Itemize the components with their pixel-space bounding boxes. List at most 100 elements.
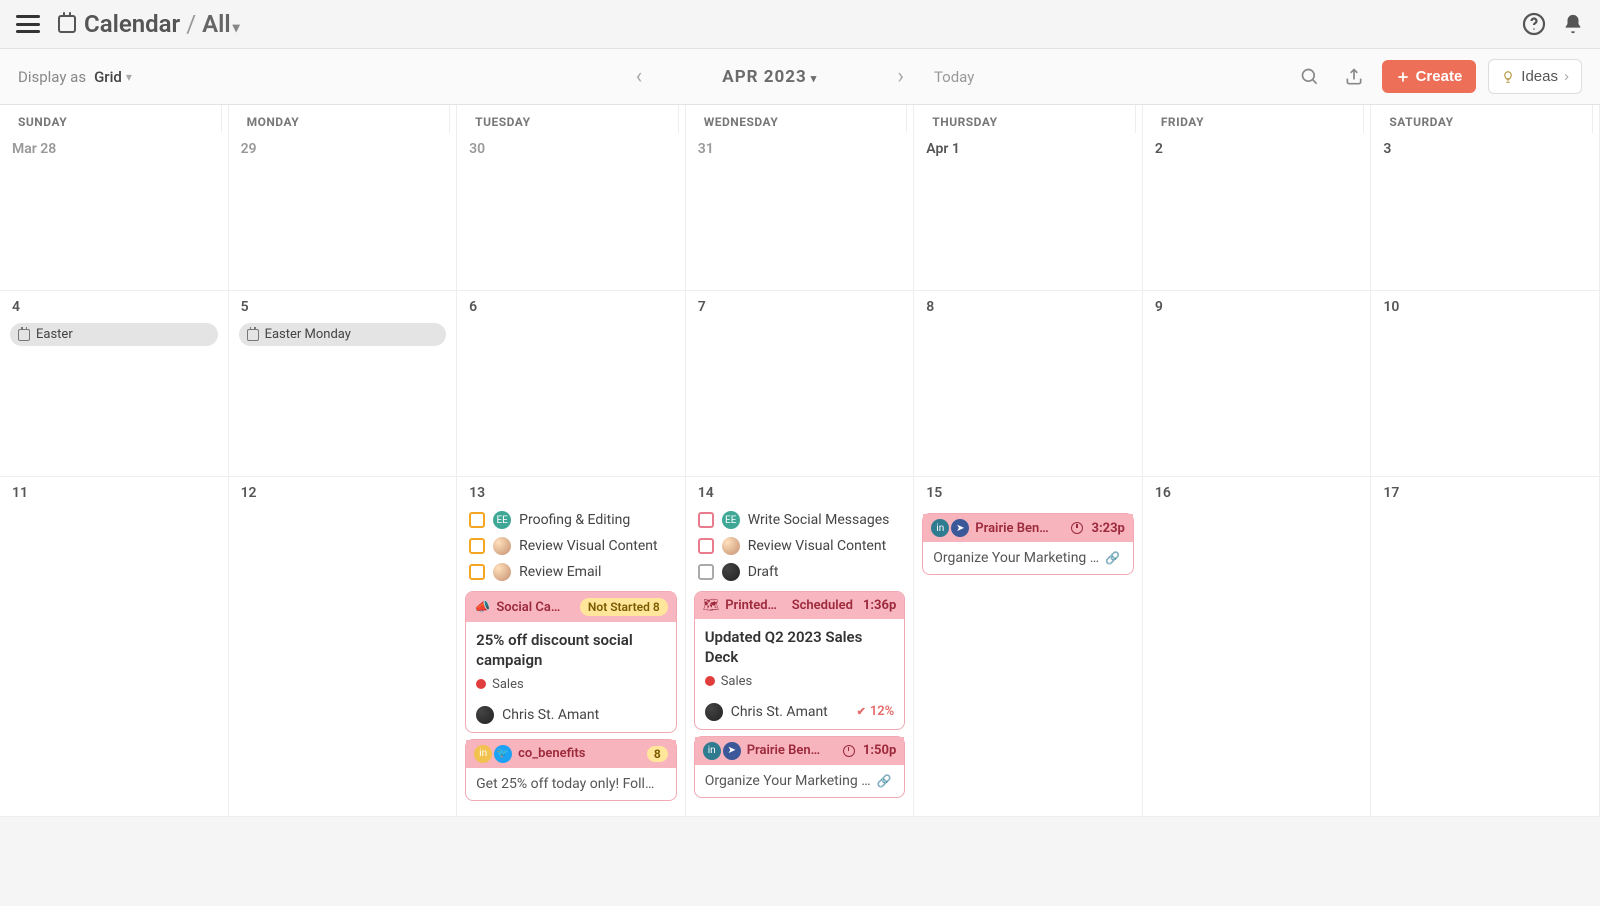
- day-number: 4: [6, 291, 222, 321]
- menu-icon[interactable]: [16, 15, 40, 33]
- next-month-button[interactable]: ›: [887, 60, 914, 93]
- avatar: [476, 706, 494, 724]
- task-item[interactable]: Review Email: [463, 559, 679, 585]
- channel-icons: in 🐦: [474, 745, 512, 763]
- month-label[interactable]: APR 2023▾: [722, 67, 817, 87]
- day-header: TUESDAY: [463, 105, 679, 133]
- day-cell[interactable]: THURSDAY Apr 1: [914, 105, 1143, 291]
- ideas-button[interactable]: Ideas ›: [1488, 59, 1582, 94]
- avatar: EE: [722, 511, 740, 529]
- card-title: Updated Q2 2023 Sales Deck: [705, 627, 895, 668]
- social-card[interactable]: in ➤ Prairie Ben… 1:50p Organize Your Ma…: [694, 736, 906, 798]
- day-number: 11: [6, 477, 222, 507]
- event-label: Easter: [36, 327, 73, 342]
- day-cell[interactable]: SUNDAY Mar 28: [0, 105, 229, 291]
- day-cell[interactable]: 6: [457, 291, 686, 477]
- megaphone-icon: 📣: [474, 600, 490, 615]
- day-cell[interactable]: SATURDAY 3: [1371, 105, 1600, 291]
- bell-icon[interactable]: [1562, 13, 1584, 35]
- day-number: 14: [692, 477, 908, 507]
- social-card[interactable]: in ➤ Prairie Ben… 3:23p Organize Your Ma…: [922, 513, 1134, 575]
- day-cell[interactable]: 4 Easter: [0, 291, 229, 477]
- day-cell[interactable]: 16: [1143, 477, 1372, 817]
- card-title: 25% off discount social campaign: [476, 630, 666, 671]
- task-item[interactable]: Review Visual Content: [463, 533, 679, 559]
- day-cell[interactable]: 5 Easter Monday: [229, 291, 458, 477]
- day-number: 9: [1149, 291, 1365, 321]
- task-item[interactable]: EEWrite Social Messages: [692, 507, 908, 533]
- day-header: MONDAY: [235, 105, 451, 133]
- day-cell[interactable]: 9: [1143, 291, 1372, 477]
- avatar: [722, 537, 740, 555]
- map-icon: 🗺: [703, 598, 720, 613]
- day-cell[interactable]: MONDAY 29: [229, 105, 458, 291]
- day-number: 7: [692, 291, 908, 321]
- day-number: 6: [463, 291, 679, 321]
- day-header: SUNDAY: [6, 105, 222, 133]
- checkbox[interactable]: [469, 512, 485, 528]
- event-label: Easter Monday: [265, 327, 351, 342]
- day-number: 8: [920, 291, 1136, 321]
- channel-icon: in: [703, 742, 721, 760]
- caret-down-icon: ▾: [811, 72, 818, 85]
- content-card[interactable]: 🗺 Printed… Scheduled 1:36p Updated Q2 20…: [694, 591, 906, 730]
- day-number: 30: [463, 133, 679, 163]
- social-time: 3:23p: [1091, 521, 1124, 536]
- help-icon[interactable]: [1522, 12, 1546, 36]
- breadcrumb-sub[interactable]: All: [202, 10, 231, 38]
- social-card[interactable]: in 🐦 co_benefits 8 Get 25% off today onl…: [465, 739, 677, 801]
- checkbox[interactable]: [469, 538, 485, 554]
- day-cell[interactable]: WEDNESDAY 31: [686, 105, 915, 291]
- day-cell[interactable]: 17: [1371, 477, 1600, 817]
- task-label: Proofing & Editing: [519, 512, 630, 528]
- channel-icon: in: [931, 519, 949, 537]
- content-card[interactable]: 📣 Social Ca… Not Started 8 25% off disco…: [465, 591, 677, 733]
- day-cell[interactable]: 15 in ➤ Prairie Ben… 3:23p Organize Your…: [914, 477, 1143, 817]
- day-cell[interactable]: 10: [1371, 291, 1600, 477]
- avatar: [493, 537, 511, 555]
- card-time: 1:36p: [863, 598, 896, 613]
- top-bar: Calendar/All▾: [0, 0, 1600, 48]
- day-cell[interactable]: 12: [229, 477, 458, 817]
- task-item[interactable]: Draft: [692, 559, 908, 585]
- task-item[interactable]: EEProofing & Editing: [463, 507, 679, 533]
- calendar-icon: [58, 15, 76, 33]
- day-number: 17: [1377, 477, 1593, 507]
- task-item[interactable]: Review Visual Content: [692, 533, 908, 559]
- social-handle: co_benefits: [518, 746, 641, 761]
- day-cell[interactable]: 7: [686, 291, 915, 477]
- day-header: WEDNESDAY: [692, 105, 908, 133]
- day-cell[interactable]: 8: [914, 291, 1143, 477]
- checkbox[interactable]: [698, 512, 714, 528]
- prev-month-button[interactable]: ‹: [626, 60, 653, 93]
- create-button[interactable]: Create: [1382, 60, 1477, 93]
- day-number: 3: [1377, 133, 1593, 163]
- chevron-down-icon[interactable]: ▾: [126, 70, 132, 84]
- ideas-button-label: Ideas: [1521, 68, 1558, 85]
- day-cell[interactable]: 13 EEProofing & Editing Review Visual Co…: [457, 477, 686, 817]
- card-header: 📣 Social Ca… Not Started 8: [466, 592, 676, 622]
- display-as-value[interactable]: Grid: [94, 68, 122, 86]
- social-handle: Prairie Ben…: [747, 743, 837, 758]
- holiday-event[interactable]: Easter Monday: [239, 323, 447, 346]
- channel-icons: in ➤: [931, 519, 969, 537]
- day-number: 13: [463, 477, 679, 507]
- search-icon[interactable]: [1294, 61, 1326, 93]
- social-time: 1:50p: [863, 743, 896, 758]
- card-type: Social Ca…: [496, 600, 574, 615]
- day-cell[interactable]: TUESDAY 30: [457, 105, 686, 291]
- today-button[interactable]: Today: [934, 68, 974, 86]
- share-icon[interactable]: [1338, 61, 1370, 93]
- checkbox[interactable]: [698, 564, 714, 580]
- day-cell[interactable]: FRIDAY 2: [1143, 105, 1372, 291]
- chevron-down-icon[interactable]: ▾: [233, 20, 240, 36]
- status-text: Scheduled: [792, 598, 853, 613]
- checkbox[interactable]: [469, 564, 485, 580]
- day-number: 15: [920, 477, 1136, 507]
- day-number: 31: [692, 133, 908, 163]
- day-cell[interactable]: 14 EEWrite Social Messages Review Visual…: [686, 477, 915, 817]
- day-cell[interactable]: 11: [0, 477, 229, 817]
- clock-icon: [843, 745, 855, 757]
- holiday-event[interactable]: Easter: [10, 323, 218, 346]
- checkbox[interactable]: [698, 538, 714, 554]
